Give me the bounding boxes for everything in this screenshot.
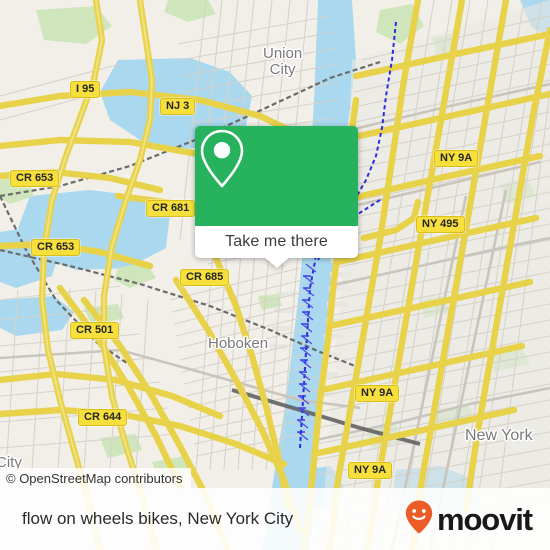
moovit-map-screenshot: Union City Hoboken New York City I 95 NJ… — [0, 0, 550, 550]
popup-pointer-tail — [263, 257, 290, 268]
moovit-pin-smile-icon — [404, 499, 434, 540]
road-shield-cr-681: CR 681 — [146, 200, 196, 217]
moovit-wordmark: moovit — [436, 501, 533, 537]
road-shield-cr-685: CR 685 — [180, 269, 230, 286]
road-shield-cr-653-north: CR 653 — [10, 170, 60, 187]
road-shield-cr-653-south: CR 653 — [31, 239, 81, 256]
road-shield-cr-501: CR 501 — [70, 322, 120, 339]
road-shield-ny-9a-north: NY 9A — [434, 150, 479, 167]
place-label-new-york: New York — [465, 427, 533, 444]
moovit-brand[interactable]: moovit — [404, 499, 533, 540]
road-shield-i-95: I 95 — [70, 81, 101, 98]
road-shield-ny-9a-south: NY 9A — [348, 462, 393, 479]
place-label-hoboken: Hoboken — [208, 335, 269, 352]
map-canvas[interactable]: Union City Hoboken New York City I 95 NJ… — [0, 0, 550, 550]
road-shield-ny-495: NY 495 — [416, 216, 465, 233]
road-shield-ny-9a-mid: NY 9A — [355, 385, 400, 402]
road-shield-nj-3: NJ 3 — [160, 98, 196, 115]
popup-action-bar[interactable]: Take me there — [195, 226, 358, 258]
popup-pin-panel — [195, 126, 358, 226]
take-me-there-label: Take me there — [225, 233, 328, 250]
osm-attribution-text: © OpenStreetMap contributors — [6, 470, 183, 486]
road-shield-cr-644: CR 644 — [78, 409, 128, 426]
destination-popup[interactable]: Take me there — [195, 126, 358, 268]
footer-bar: flow on wheels bikes, New York City moov… — [0, 488, 550, 550]
location-caption: flow on wheels bikes, New York City — [22, 509, 294, 528]
place-label-union-city: Union City — [263, 45, 303, 78]
osm-attribution[interactable]: © OpenStreetMap contributors — [0, 468, 191, 488]
